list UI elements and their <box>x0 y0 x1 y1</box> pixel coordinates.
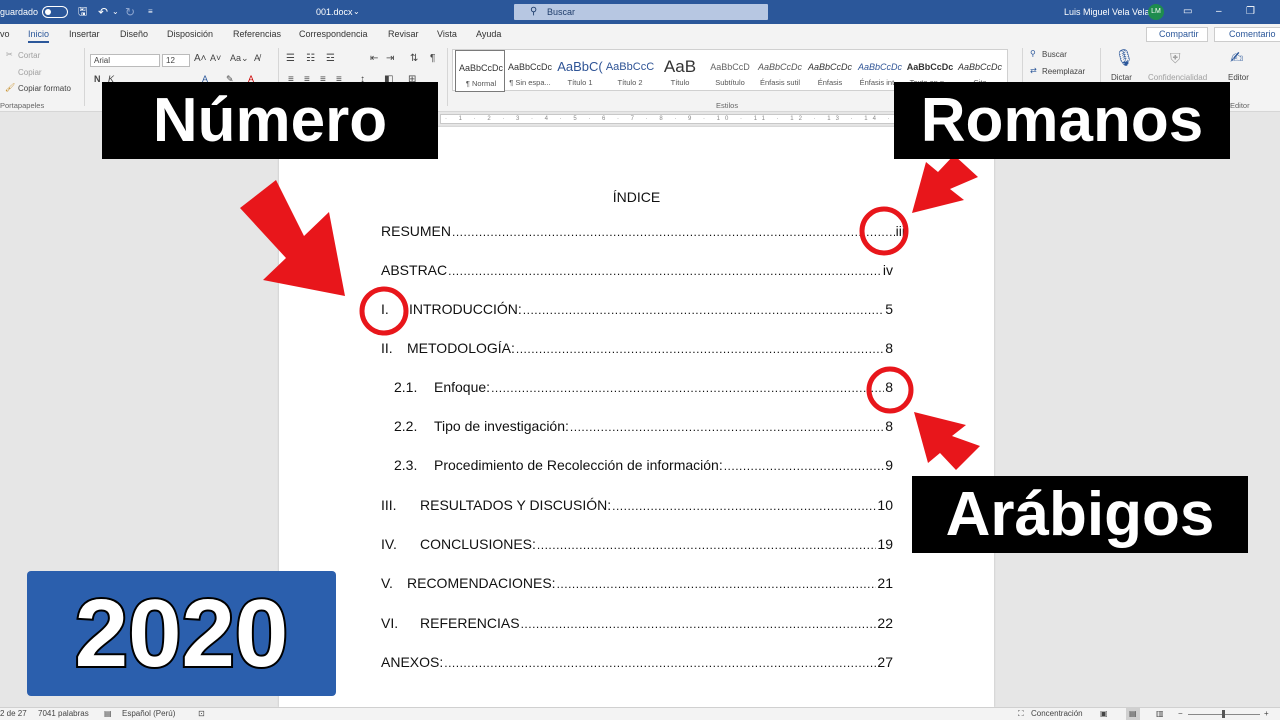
highlight-circle-arabic-page <box>866 366 914 414</box>
highlight-circle-roman-numeral <box>359 286 409 336</box>
numero-label: Número <box>102 82 438 159</box>
highlight-circle-roman-page <box>859 206 909 256</box>
romanos-label: Romanos <box>894 82 1230 159</box>
arrow-to-roman-page <box>912 155 978 213</box>
year-text: 2020 <box>73 578 291 689</box>
word-window: guardado 🖫 ↶ ⌄ ↻ ≡ 001.docx ⌄ ⚲ Buscar L… <box>0 0 1280 720</box>
arabigos-label: Arábigos <box>912 476 1248 553</box>
year-badge: 2020 <box>27 571 336 696</box>
arrow-to-arabic-page <box>914 412 980 470</box>
arrow-to-roman-numeral <box>240 180 345 296</box>
